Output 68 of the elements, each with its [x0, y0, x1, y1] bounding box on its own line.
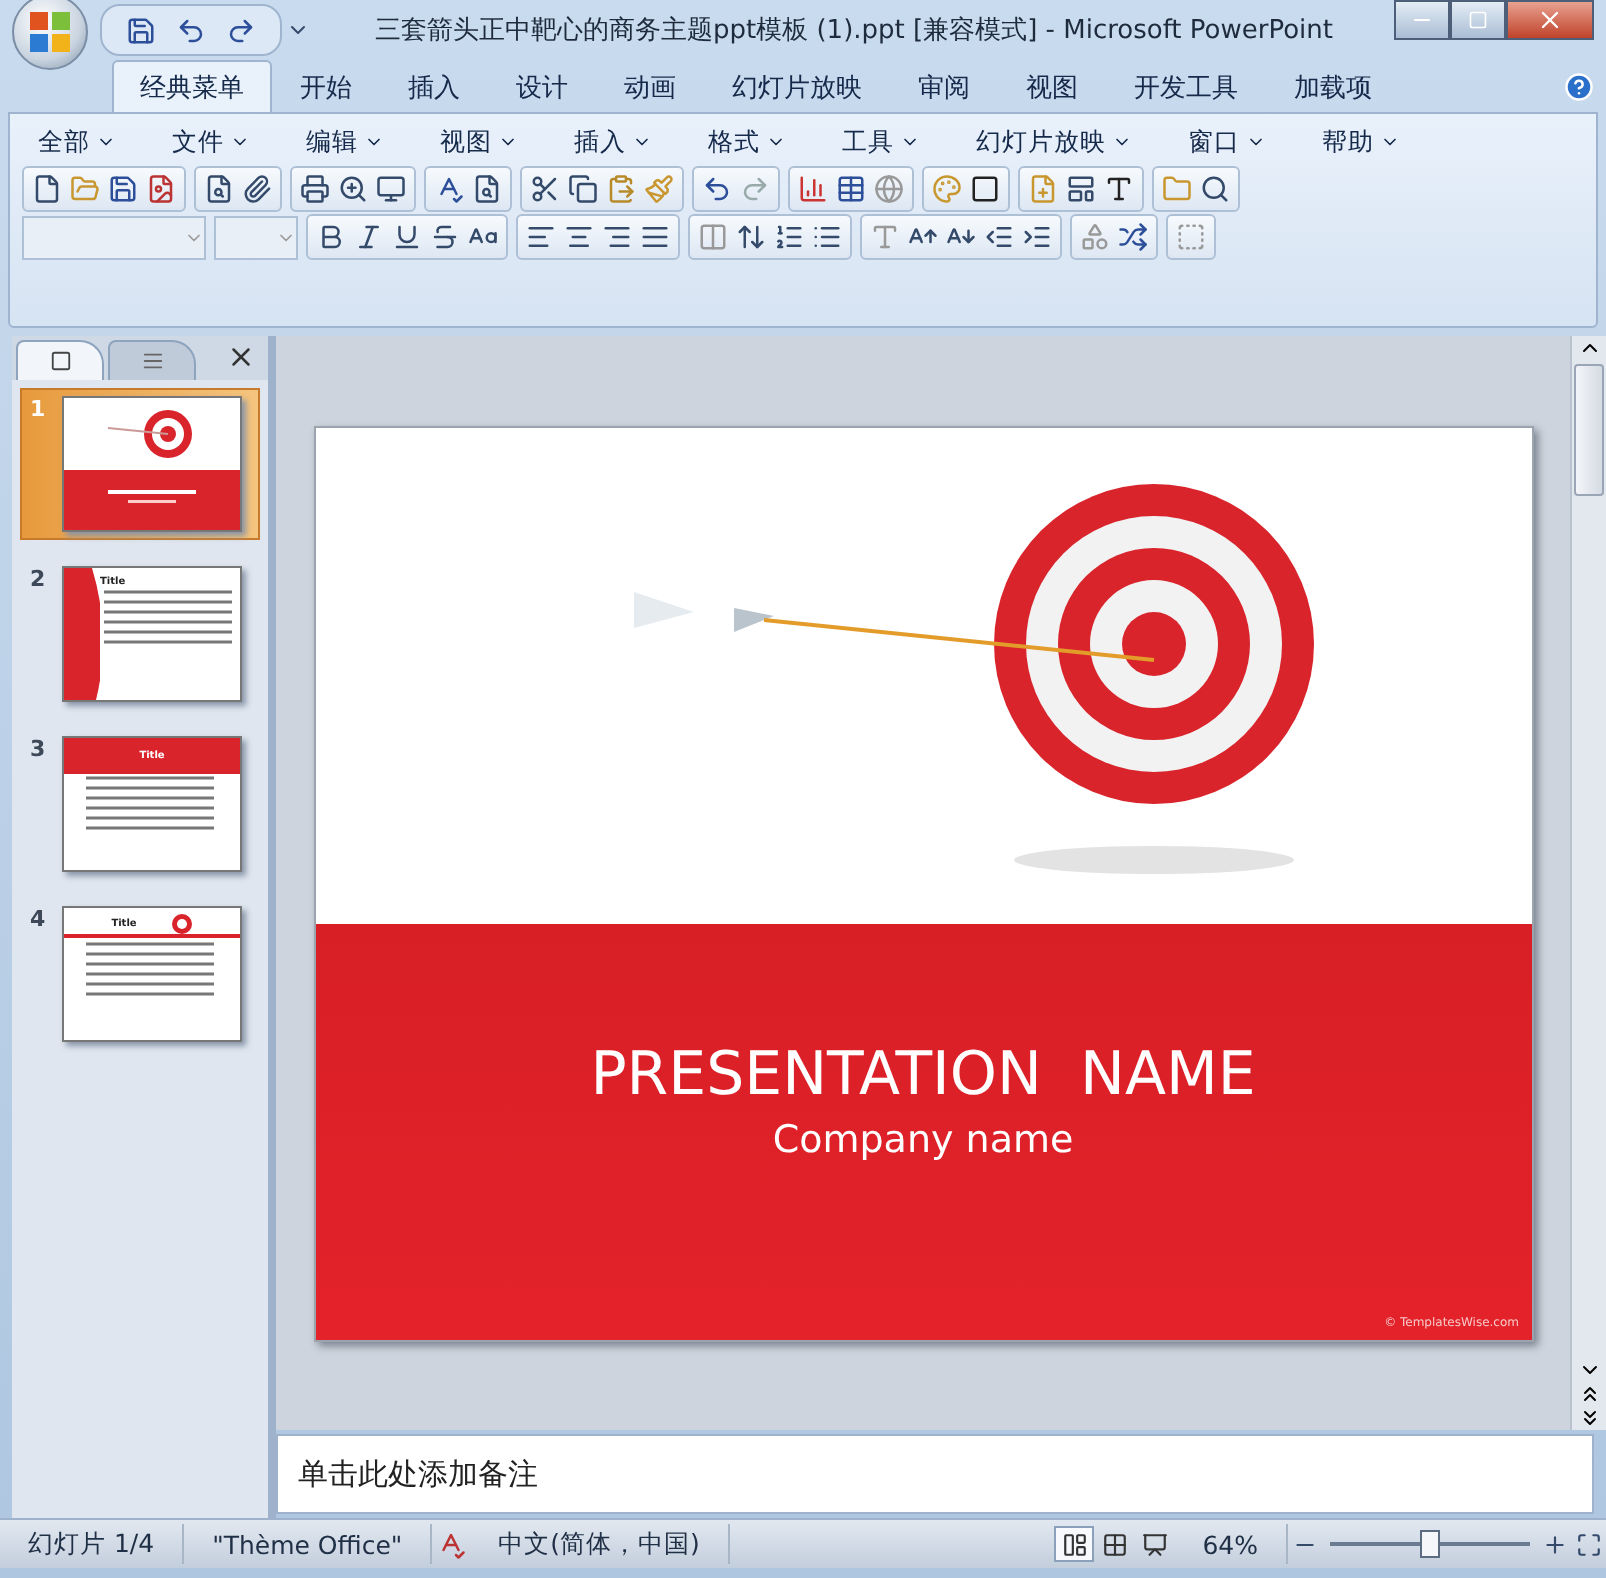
ribbon-tab[interactable]: 幻灯片放映	[704, 60, 890, 112]
menu-item[interactable]: 帮助	[1306, 125, 1416, 159]
view-button[interactable]	[1054, 1526, 1095, 1562]
target-icon	[172, 914, 193, 934]
office-logo	[28, 10, 72, 54]
outline-icon	[141, 350, 163, 372]
close-icon	[1536, 6, 1564, 34]
menu-item[interactable]: 格式	[692, 125, 802, 159]
slide-number: 4	[30, 906, 48, 932]
theme-name: "Thème Office"	[184, 1524, 433, 1564]
menu-label: 视图	[440, 125, 492, 159]
close-button[interactable]	[1506, 0, 1594, 40]
ribbon-tab[interactable]: 加载项	[1266, 60, 1400, 112]
notes-field[interactable]: 单击此处添加备注	[276, 1434, 1594, 1514]
ribbon-tab[interactable]: 经典菜单	[112, 60, 272, 112]
menu-item[interactable]: 窗口	[1172, 125, 1282, 159]
slide-title: PRESENTATION NAME	[590, 1039, 1256, 1109]
copy-icon[interactable]	[564, 169, 602, 209]
menu-item[interactable]: 文件	[156, 125, 266, 159]
scroll-thumb[interactable]	[1574, 364, 1604, 496]
menu-label: 窗口	[1188, 125, 1240, 159]
menu-item[interactable]: 视图	[424, 125, 534, 159]
minimize-button[interactable]	[1394, 0, 1450, 40]
ribbon-tab[interactable]: 审阅	[890, 60, 998, 112]
vertical-scrollbar[interactable]	[1570, 336, 1606, 1430]
help-icon[interactable]	[1564, 72, 1594, 102]
side-band-drawing	[64, 568, 100, 700]
ribbon-tab[interactable]: 动画	[596, 60, 704, 112]
menu-label: 工具	[842, 125, 894, 159]
slide-number: 3	[30, 736, 48, 762]
ribbon-tab[interactable]: 开发工具	[1106, 60, 1266, 112]
slide-number: 2	[30, 566, 48, 592]
menu-item[interactable]: 工具	[826, 125, 936, 159]
language: 中文(简体，中国)	[470, 1524, 730, 1564]
pane-tab[interactable]	[108, 340, 196, 380]
ribbon-tab[interactable]: 开始	[272, 60, 380, 112]
window-title: 三套箭头正中靶心的商务主题ppt模板 (1).ppt [兼容模式] - Microsoft PowerPoint	[373, 14, 1335, 48]
ribbon-tab[interactable]: 设计	[488, 60, 596, 112]
menu-item[interactable]: 编辑	[290, 125, 400, 159]
maximize-icon	[1468, 10, 1488, 30]
ribbon-tab[interactable]: 视图	[998, 60, 1106, 112]
slide-icon	[49, 350, 71, 372]
slide-counter: 幻灯片 1/4	[0, 1524, 185, 1564]
view-icon	[1101, 1531, 1128, 1557]
menu-item[interactable]: 插入	[558, 125, 668, 159]
office-button[interactable]	[12, 0, 88, 70]
menu-label: 帮助	[1322, 125, 1374, 159]
menu-label: 编辑	[306, 125, 358, 159]
zoom-thumb[interactable]	[1420, 1530, 1440, 1558]
menu-label: 文件	[172, 125, 224, 159]
menu-label: 插入	[574, 125, 626, 159]
slide-subtitle: Company name	[772, 1117, 1074, 1161]
slide-number: 1	[30, 396, 48, 422]
view-icon	[1061, 1531, 1088, 1557]
view-icon	[1141, 1531, 1168, 1557]
font-field[interactable]	[22, 215, 206, 259]
zoom-percent[interactable]: 64%	[1174, 1524, 1288, 1564]
printer-icon[interactable]	[296, 169, 334, 209]
close-icon[interactable]	[226, 342, 256, 372]
menu-item[interactable]: 全部	[22, 125, 132, 159]
menu-label: 全部	[38, 125, 90, 159]
ribbon-tab[interactable]: 插入	[380, 60, 488, 112]
font-size-field[interactable]	[214, 215, 298, 259]
pane-tab[interactable]	[16, 340, 104, 380]
menu-label: 格式	[708, 125, 760, 159]
menu-label: 幻灯片放映	[976, 125, 1106, 159]
menu-item[interactable]: 幻灯片放映	[960, 125, 1148, 159]
maximize-button[interactable]	[1450, 0, 1506, 40]
